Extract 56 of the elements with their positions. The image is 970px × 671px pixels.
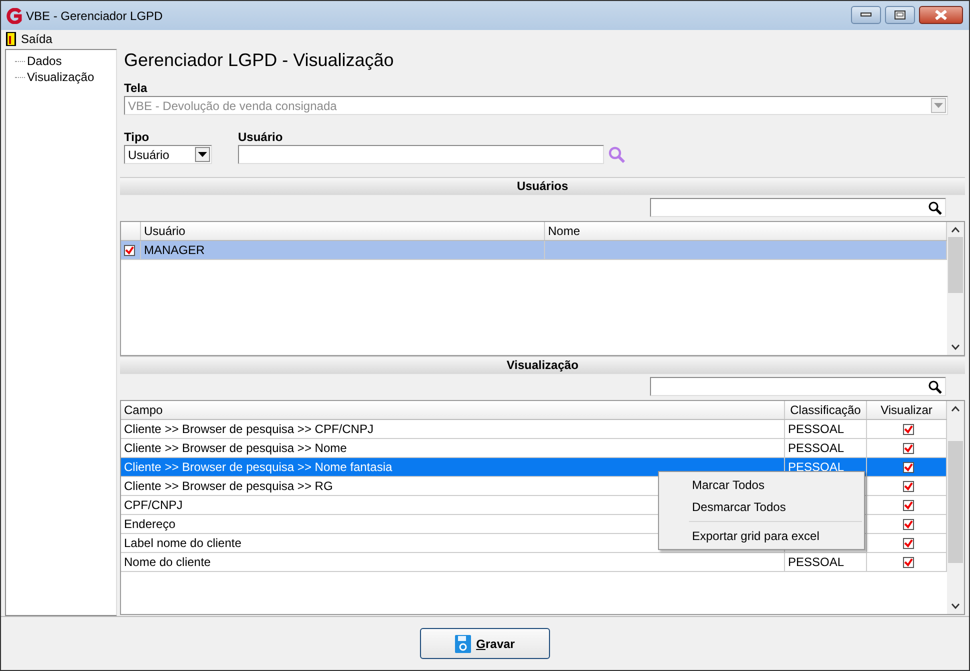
minimize-icon xyxy=(860,12,872,18)
table-cell: PESSOAL xyxy=(788,460,844,474)
checkbox[interactable] xyxy=(902,518,914,530)
scroll-down-icon[interactable] xyxy=(951,344,960,350)
table-cell: MANAGER xyxy=(141,241,545,259)
field-row[interactable]: Cliente >> Browser de pesquisa >> Nome fantasia PESSOAL xyxy=(121,458,947,477)
save-button[interactable]: Gravar xyxy=(420,628,550,659)
close-button[interactable] xyxy=(919,6,963,24)
user-input-field[interactable] xyxy=(238,145,604,164)
table-cell: Cliente >> Browser de pesquisa >> Nome xyxy=(121,439,785,457)
minimize-button[interactable] xyxy=(851,6,881,24)
page-heading: Gerenciador LGPD - Visualização xyxy=(123,49,395,72)
search-icon xyxy=(928,200,942,214)
tree-item[interactable]: Dados xyxy=(27,54,62,68)
field-label: Tela xyxy=(123,81,148,96)
section-header: Usuários xyxy=(120,177,965,195)
checkbox[interactable] xyxy=(902,480,914,492)
scrollbar[interactable] xyxy=(947,222,964,355)
checkbox[interactable] xyxy=(902,538,914,548)
tree-item[interactable]: Visualização xyxy=(27,70,94,84)
table-cell: Cliente >> Browser de pesquisa >> CPF/CNPJ xyxy=(121,420,785,438)
field-label: Usuário xyxy=(237,130,284,145)
maximize-icon xyxy=(894,10,906,20)
field-row[interactable]: Cliente >> Browser de pesquisa >> CPF/CNPJ PESSOAL xyxy=(121,420,947,439)
close-icon xyxy=(934,10,948,20)
checkbox[interactable] xyxy=(902,500,914,510)
scroll-up-icon[interactable] xyxy=(951,406,960,412)
search-field[interactable] xyxy=(650,377,946,396)
window-title: VBE - Gerenciador LGPD xyxy=(26,8,163,22)
scroll-up-icon[interactable] xyxy=(951,227,960,233)
app-logo-icon xyxy=(6,8,22,24)
checkbox[interactable] xyxy=(902,556,914,568)
table-cell: PESSOAL xyxy=(788,422,844,436)
field-row[interactable]: Nome do cliente PESSOAL xyxy=(121,553,947,572)
checkbox[interactable] xyxy=(902,462,914,472)
column-header[interactable]: Usuário xyxy=(141,222,545,240)
checkbox[interactable] xyxy=(124,244,135,256)
maximize-button[interactable] xyxy=(885,6,915,24)
column-header[interactable]: Campo xyxy=(121,401,785,419)
exit-menu-item[interactable]: Saída xyxy=(6,32,52,46)
search-icon[interactable] xyxy=(608,146,626,164)
search-field[interactable] xyxy=(650,198,946,217)
table-cell: PESSOAL xyxy=(788,555,844,569)
field-label: Tipo xyxy=(123,130,150,145)
section-header: Visualização xyxy=(120,356,965,374)
checkbox[interactable] xyxy=(902,442,914,454)
column-header[interactable]: Classificação xyxy=(785,401,867,419)
user-row[interactable]: MANAGER xyxy=(121,241,947,260)
checkbox[interactable] xyxy=(902,424,914,434)
table-cell: PESSOAL xyxy=(788,441,844,455)
scrollbar[interactable] xyxy=(947,401,964,614)
scroll-down-icon[interactable] xyxy=(951,603,960,609)
type-dropdown[interactable]: Usuário xyxy=(124,145,212,164)
table-cell: Nome do cliente xyxy=(121,553,785,571)
door-icon xyxy=(6,32,16,46)
search-icon xyxy=(928,380,942,394)
